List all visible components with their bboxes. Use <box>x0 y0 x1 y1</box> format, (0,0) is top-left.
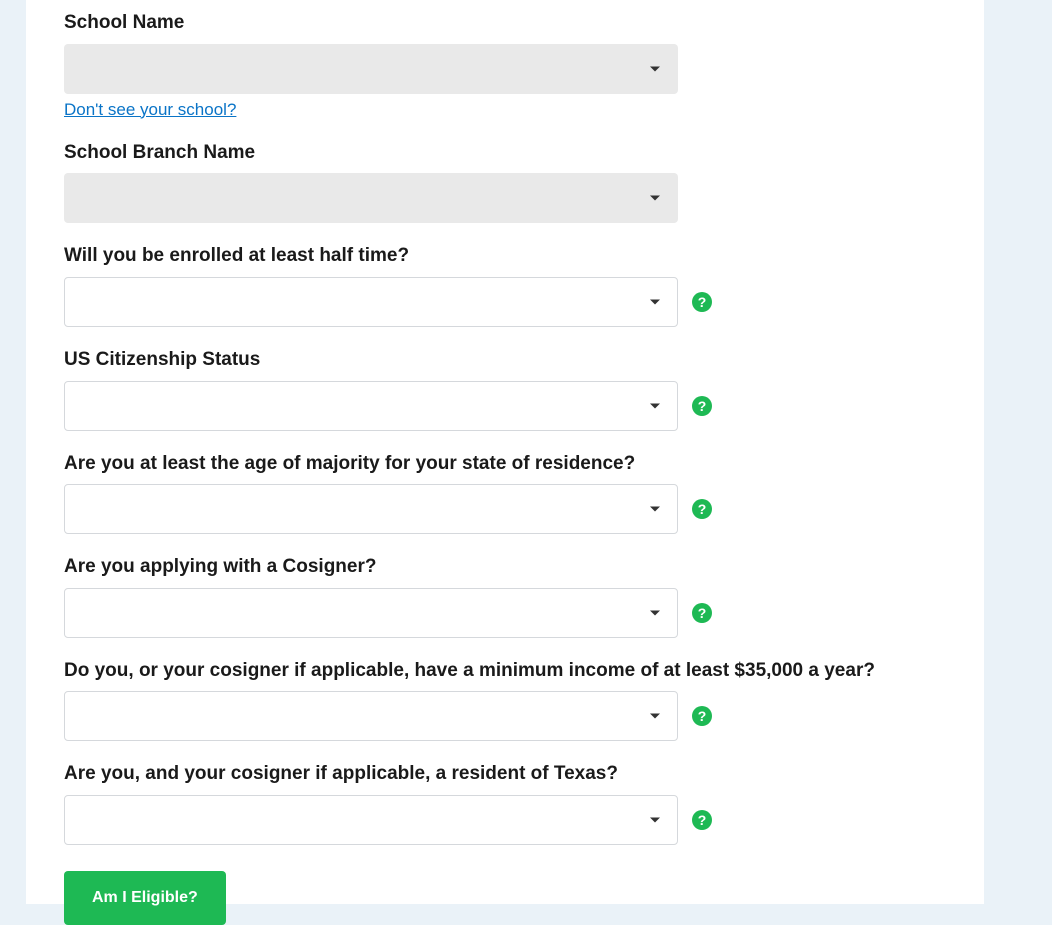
min-income-select[interactable] <box>64 691 678 741</box>
help-icon[interactable]: ? <box>692 706 712 726</box>
chevron-down-icon <box>650 818 660 823</box>
texas-resident-select[interactable] <box>64 795 678 845</box>
texas-resident-group: Are you, and your cosigner if applicable… <box>64 761 946 845</box>
age-majority-value <box>64 484 678 534</box>
dont-see-school-link[interactable]: Don't see your school? <box>64 100 236 120</box>
help-icon[interactable]: ? <box>692 499 712 519</box>
citizenship-group: US Citizenship Status ? <box>64 347 946 431</box>
school-name-label: School Name <box>64 10 946 36</box>
cosigner-label: Are you applying with a Cosigner? <box>64 554 946 580</box>
chevron-down-icon <box>650 403 660 408</box>
chevron-down-icon <box>650 196 660 201</box>
help-icon[interactable]: ? <box>692 292 712 312</box>
chevron-down-icon <box>650 610 660 615</box>
school-name-group: School Name Don't see your school? <box>64 10 946 120</box>
age-majority-select[interactable] <box>64 484 678 534</box>
chevron-down-icon <box>650 507 660 512</box>
cosigner-select[interactable] <box>64 588 678 638</box>
half-time-value <box>64 277 678 327</box>
texas-resident-value <box>64 795 678 845</box>
citizenship-select[interactable] <box>64 381 678 431</box>
cosigner-group: Are you applying with a Cosigner? ? <box>64 554 946 638</box>
chevron-down-icon <box>650 714 660 719</box>
school-branch-select[interactable] <box>64 173 678 223</box>
min-income-value <box>64 691 678 741</box>
age-majority-label: Are you at least the age of majority for… <box>64 451 946 477</box>
min-income-group: Do you, or your cosigner if applicable, … <box>64 658 946 742</box>
school-branch-group: School Branch Name <box>64 140 946 224</box>
help-icon[interactable]: ? <box>692 810 712 830</box>
eligibility-form-card: School Name Don't see your school? Schoo… <box>26 0 984 904</box>
school-branch-label: School Branch Name <box>64 140 946 166</box>
half-time-group: Will you be enrolled at least half time?… <box>64 243 946 327</box>
chevron-down-icon <box>650 66 660 71</box>
school-branch-value <box>64 173 678 223</box>
help-icon[interactable]: ? <box>692 396 712 416</box>
cosigner-value <box>64 588 678 638</box>
school-name-value <box>64 44 678 94</box>
half-time-select[interactable] <box>64 277 678 327</box>
min-income-label: Do you, or your cosigner if applicable, … <box>64 658 946 684</box>
school-name-select[interactable] <box>64 44 678 94</box>
chevron-down-icon <box>650 299 660 304</box>
help-icon[interactable]: ? <box>692 603 712 623</box>
citizenship-value <box>64 381 678 431</box>
am-i-eligible-button[interactable]: Am I Eligible? <box>64 871 226 925</box>
half-time-label: Will you be enrolled at least half time? <box>64 243 946 269</box>
citizenship-label: US Citizenship Status <box>64 347 946 373</box>
texas-resident-label: Are you, and your cosigner if applicable… <box>64 761 946 787</box>
age-majority-group: Are you at least the age of majority for… <box>64 451 946 535</box>
